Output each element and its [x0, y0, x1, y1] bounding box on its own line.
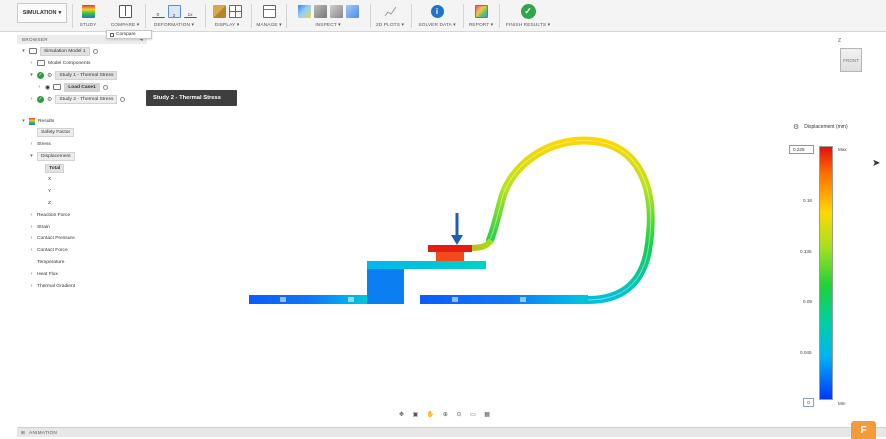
spring-loop-edge	[489, 140, 652, 301]
legend-tick: 0.09	[803, 299, 812, 304]
legend-tick: 0.045	[800, 350, 812, 355]
constraint-icon[interactable]	[348, 297, 354, 302]
display-settings-icon[interactable]: ▭	[470, 411, 476, 418]
constraint-icon[interactable]	[452, 297, 458, 302]
grid-settings-icon[interactable]: ▦	[484, 411, 490, 418]
zoom-icon[interactable]: ⊕	[443, 411, 448, 418]
constraint-icon[interactable]	[280, 297, 286, 302]
legend-min-label: Min	[838, 401, 846, 406]
mouse-cursor-icon: ➤	[872, 158, 881, 169]
legend-header[interactable]: ⚙ Displacement (mm)	[793, 122, 863, 132]
legend-max-input[interactable]: 0.225	[789, 145, 814, 154]
fit-icon[interactable]: ⊙	[456, 411, 461, 418]
compare-popup-item[interactable]: Compare	[106, 30, 152, 39]
compare-popup-label: Compare	[116, 32, 136, 37]
animation-label: ANIMATION	[29, 430, 58, 435]
contact-pad[interactable]	[428, 245, 472, 252]
orbit-icon[interactable]: ✥	[399, 411, 404, 418]
legend-max-label: Max	[838, 147, 847, 152]
model-viewport[interactable]	[0, 0, 886, 439]
study-tooltip: Study 2 - Thermal Stress	[146, 90, 237, 106]
legend-tick: 0.18	[803, 198, 812, 203]
axis-label: Z	[838, 38, 842, 44]
gear-icon[interactable]: ⚙	[793, 123, 799, 131]
contact-pad-lower[interactable]	[436, 252, 464, 261]
expand-icon[interactable]: ⊞	[21, 430, 25, 436]
spring-loop[interactable]	[486, 136, 655, 304]
legend-colorbar	[819, 146, 833, 400]
view-cube[interactable]: Z FRONT	[836, 38, 864, 76]
compare-small-icon	[110, 32, 114, 37]
step-top-plate[interactable]	[367, 261, 486, 269]
base-right-strip[interactable]	[420, 295, 588, 304]
look-at-icon[interactable]: ▣	[413, 411, 419, 418]
load-arrow-icon[interactable]	[451, 235, 463, 245]
pan-icon[interactable]: ✋	[427, 411, 434, 418]
legend-tick: 0.135	[800, 249, 812, 254]
legend-title: Displacement (mm)	[804, 124, 848, 130]
fusion-badge[interactable]: F	[851, 421, 876, 439]
animation-bar[interactable]: ⊞ ANIMATION	[17, 427, 886, 437]
constraint-icon[interactable]	[520, 297, 526, 302]
view-cube-front-face[interactable]: FRONT	[840, 48, 862, 72]
legend-min-input[interactable]: 0	[803, 398, 814, 407]
navigation-bar: ✥ ▣ ✋ ⊕ ⊙ ▭ ▦	[396, 408, 493, 421]
